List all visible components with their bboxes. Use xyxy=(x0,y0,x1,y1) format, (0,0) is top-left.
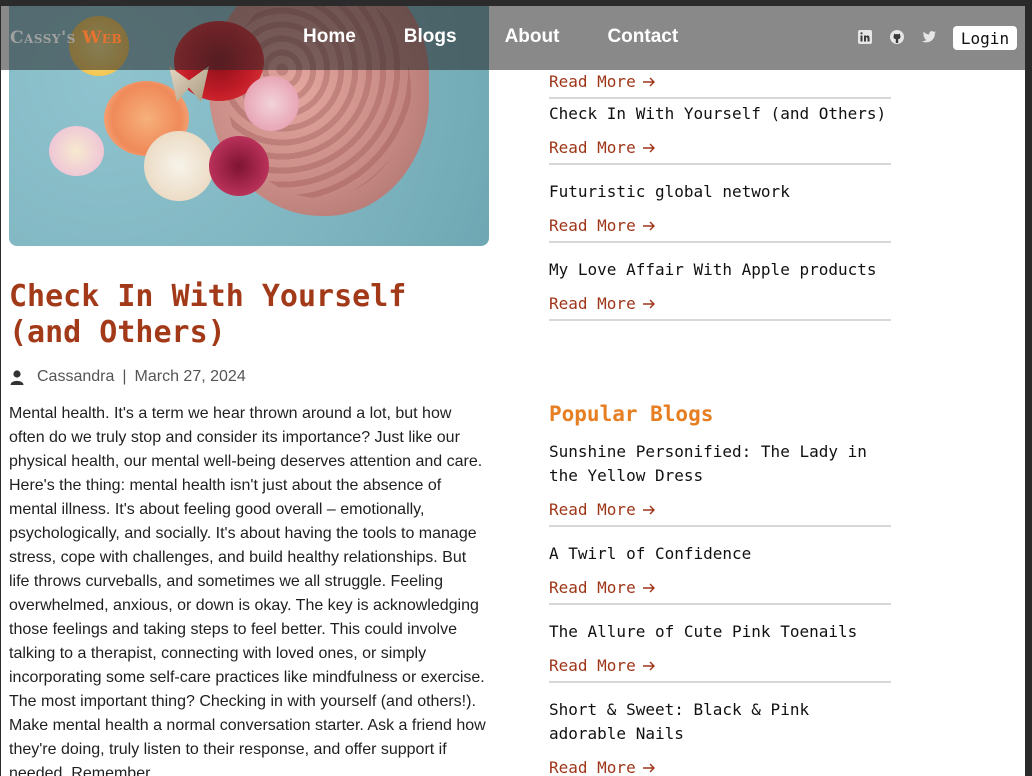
read-more-link[interactable]: Read More xyxy=(549,758,891,776)
read-more-link[interactable]: Read More xyxy=(549,656,891,681)
list-item: The Allure of Cute Pink Toenails Read Mo… xyxy=(549,620,891,683)
post-author[interactable]: Cassandra xyxy=(37,368,114,386)
read-more-label: Read More xyxy=(549,500,636,519)
read-more-link[interactable]: Read More xyxy=(549,294,891,319)
login-button[interactable]: Login xyxy=(953,26,1017,50)
arrow-right-icon xyxy=(642,661,655,670)
window-edge xyxy=(1025,0,1032,776)
post-meta: Cassandra | March 27, 2024 xyxy=(9,368,246,386)
read-more-link[interactable]: Read More xyxy=(549,72,891,97)
list-item: Short & Sweet: Black & Pink adorable Nai… xyxy=(549,698,891,776)
arrow-right-icon xyxy=(642,505,655,514)
arrow-right-icon xyxy=(642,77,655,86)
site-logo[interactable]: Cassy's Web xyxy=(10,28,122,48)
blog-item-title[interactable]: My Love Affair With Apple products xyxy=(549,258,891,282)
user-icon xyxy=(10,370,24,385)
read-more-link[interactable]: Read More xyxy=(549,138,891,163)
blog-item-title[interactable]: Sunshine Personified: The Lady in the Ye… xyxy=(549,440,891,488)
nav-links: Home Blogs About Contact xyxy=(303,26,678,48)
flower-decoration xyxy=(244,76,299,131)
page: Check In With Yourself (and Others) Cass… xyxy=(1,6,1025,776)
list-item: A Twirl of Confidence Read More xyxy=(549,542,891,605)
flower-decoration xyxy=(144,131,214,201)
popular-blogs-heading: Popular Blogs xyxy=(549,402,714,426)
nav-link-home[interactable]: Home xyxy=(303,26,356,48)
arrow-right-icon xyxy=(642,583,655,592)
post-date: March 27, 2024 xyxy=(134,368,246,385)
read-more-label: Read More xyxy=(549,72,636,91)
flower-decoration xyxy=(49,126,104,176)
read-more-label: Read More xyxy=(549,216,636,235)
arrow-right-icon xyxy=(642,143,655,152)
post-title: Check In With Yourself (and Others) xyxy=(9,279,407,350)
blog-item-title[interactable]: Futuristic global network xyxy=(549,180,891,204)
read-more-link[interactable]: Read More xyxy=(549,500,891,525)
read-more-label: Read More xyxy=(549,758,636,776)
read-more-label: Read More xyxy=(549,294,636,313)
nav-link-contact[interactable]: Contact xyxy=(607,26,678,48)
flower-decoration xyxy=(209,136,269,196)
read-more-link[interactable]: Read More xyxy=(549,216,891,241)
list-item: My Love Affair With Apple products Read … xyxy=(549,258,891,321)
blog-item-title[interactable]: Check In With Yourself (and Others) xyxy=(549,102,891,126)
navbar: Cassy's Web Home Blogs About Contact Log… xyxy=(1,6,1025,70)
nav-link-about[interactable]: About xyxy=(505,26,560,48)
blog-item-title[interactable]: The Allure of Cute Pink Toenails xyxy=(549,620,891,644)
github-icon[interactable] xyxy=(889,29,905,45)
read-more-label: Read More xyxy=(549,656,636,675)
read-more-label: Read More xyxy=(549,578,636,597)
post-body: Mental health. It's a term we hear throw… xyxy=(9,405,486,776)
list-item: Sunshine Personified: The Lady in the Ye… xyxy=(549,440,891,527)
nav-link-blogs[interactable]: Blogs xyxy=(404,26,457,48)
twitter-icon[interactable] xyxy=(921,29,937,45)
meta-separator: | xyxy=(122,368,127,385)
blog-item-title[interactable]: A Twirl of Confidence xyxy=(549,542,891,566)
list-item: Futuristic global network Read More xyxy=(549,180,891,243)
linkedin-icon[interactable] xyxy=(857,29,873,45)
blog-item-title[interactable]: Short & Sweet: Black & Pink adorable Nai… xyxy=(549,698,891,746)
social-links xyxy=(857,29,937,45)
arrow-right-icon xyxy=(642,221,655,230)
arrow-right-icon xyxy=(642,299,655,308)
logo-part2: Web xyxy=(82,28,123,48)
read-more-label: Read More xyxy=(549,138,636,157)
logo-part1: Cassy's xyxy=(10,28,76,48)
arrow-right-icon xyxy=(642,763,655,772)
read-more-link[interactable]: Read More xyxy=(549,578,891,603)
list-item: Check In With Yourself (and Others) Read… xyxy=(549,102,891,165)
